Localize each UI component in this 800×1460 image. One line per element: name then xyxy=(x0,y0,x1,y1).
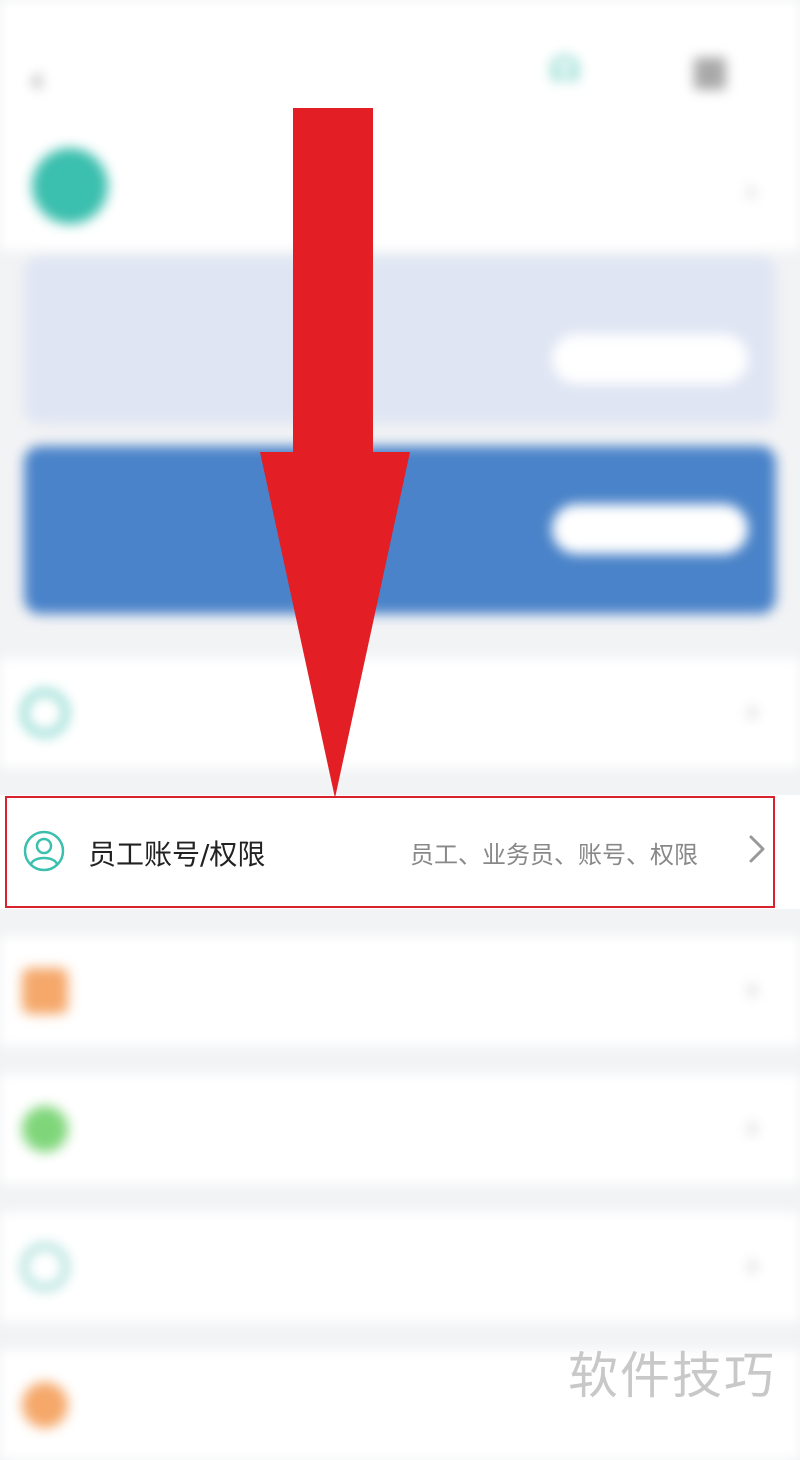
help-icon xyxy=(22,1244,68,1290)
headset-icon: ☊ xyxy=(549,50,581,90)
more-icon xyxy=(22,1382,68,1428)
chevron-right-icon: › xyxy=(746,1246,759,1284)
menu-row-archive[interactable]: › xyxy=(0,936,800,1046)
service-button[interactable]: ☊ xyxy=(512,50,618,94)
status-bar xyxy=(0,0,800,40)
settings-icon xyxy=(22,1106,68,1152)
highlight-box xyxy=(5,796,775,908)
chevron-right-icon: › xyxy=(746,692,759,730)
menu-row-settings[interactable]: › xyxy=(0,1074,800,1184)
watermark: 软件技巧 xyxy=(568,1347,776,1405)
promo-button[interactable] xyxy=(552,504,748,554)
avatar xyxy=(32,148,108,224)
menu-row-help[interactable]: › xyxy=(0,1212,800,1322)
switch-icon xyxy=(22,690,68,736)
red-arrow-annotation xyxy=(260,108,410,798)
chevron-left-icon[interactable]: ‹ xyxy=(30,60,44,101)
chevron-right-icon: › xyxy=(746,1108,759,1146)
folder-icon xyxy=(22,968,68,1014)
qr-scan-icon[interactable]: ▦ xyxy=(675,48,745,118)
chevron-right-icon: › xyxy=(745,172,758,210)
trial-button[interactable] xyxy=(552,334,748,384)
chevron-right-icon: › xyxy=(746,970,759,1008)
